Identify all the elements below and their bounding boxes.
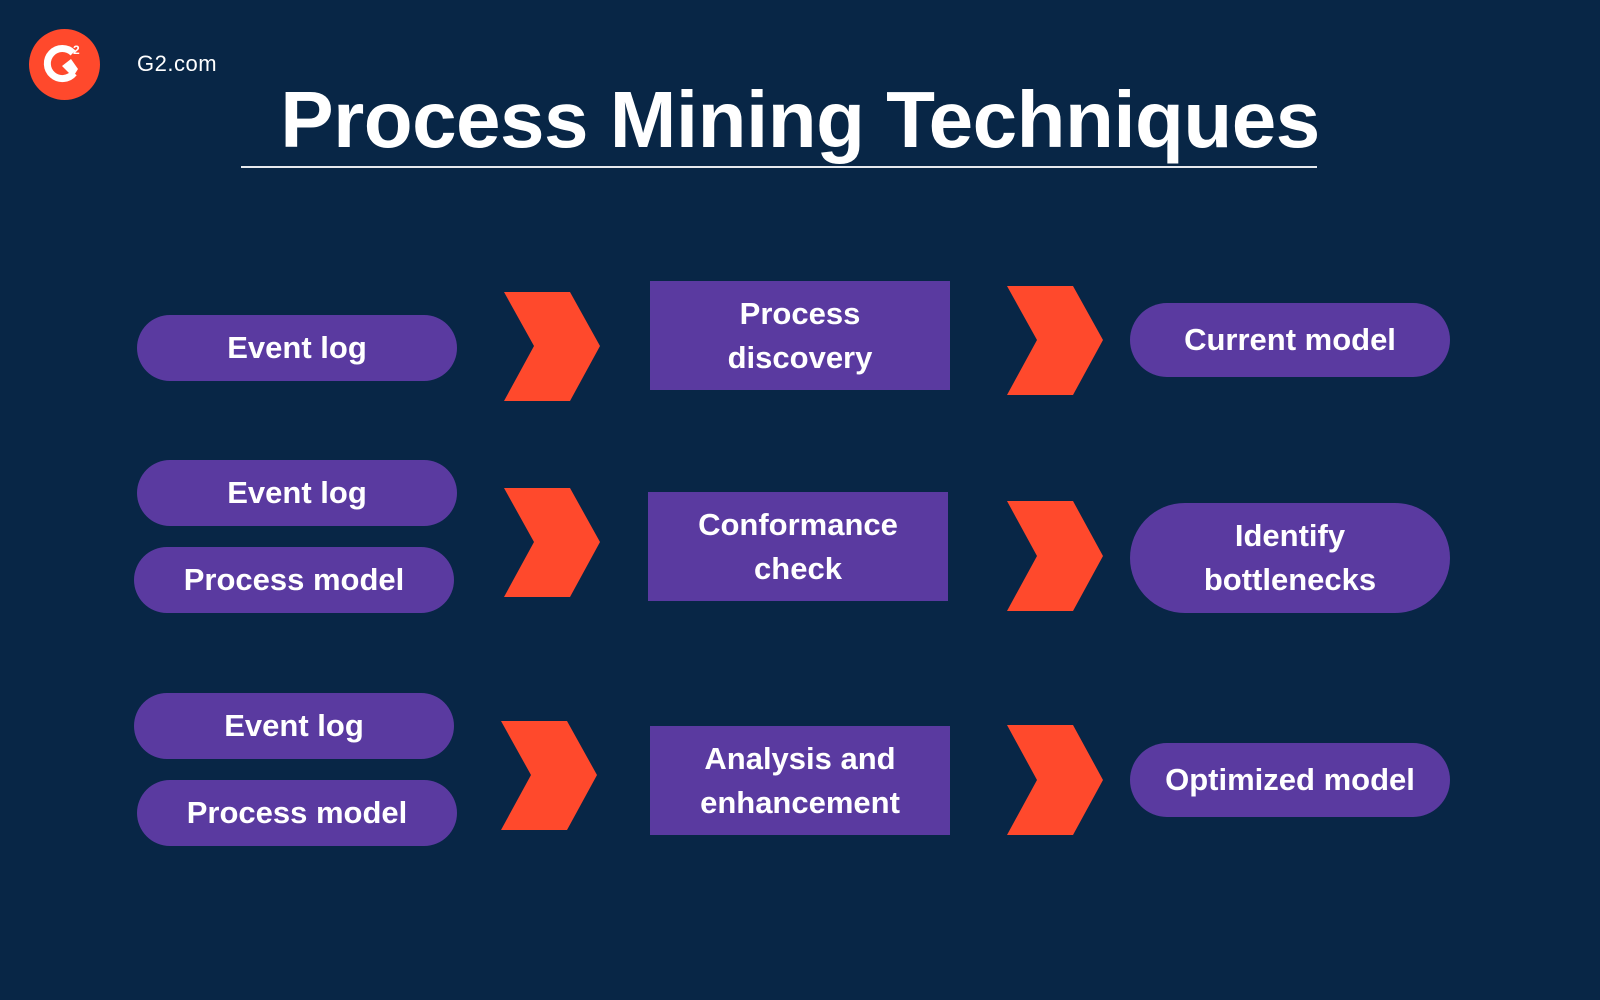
row2-input-process-model: Process model [134, 547, 454, 613]
row2-arrow-2-icon [1007, 501, 1103, 611]
row1-output: Current model [1130, 303, 1450, 377]
row1-input-event-log: Event log [137, 315, 457, 381]
row3-arrow-1-icon [501, 721, 597, 830]
title-underline [241, 166, 1317, 168]
row2-technique: Conformance check [648, 492, 948, 601]
page-title: Process Mining Techniques [280, 75, 1320, 164]
row1-arrow-1-icon [504, 292, 600, 401]
row3-technique: Analysis and enhancement [650, 726, 950, 835]
row1-technique: Process discovery [650, 281, 950, 390]
row3-arrow-2-icon [1007, 725, 1103, 835]
row2-output: Identify bottlenecks [1130, 503, 1450, 613]
row3-output: Optimized model [1130, 743, 1450, 817]
row2-input-event-log: Event log [137, 460, 457, 526]
svg-text:2: 2 [73, 43, 80, 57]
row3-input-process-model: Process model [137, 780, 457, 846]
row2-arrow-1-icon [504, 488, 600, 597]
row3-input-event-log: Event log [134, 693, 454, 759]
row1-arrow-2-icon [1007, 286, 1103, 395]
